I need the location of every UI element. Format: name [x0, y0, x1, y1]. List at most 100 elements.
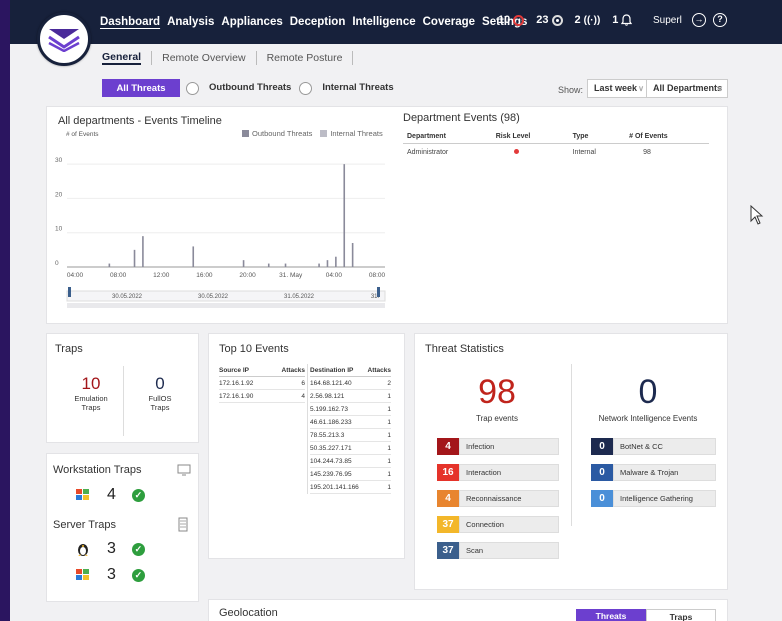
subnav-general[interactable]: General	[102, 51, 142, 65]
range-handle-left[interactable]	[68, 287, 71, 297]
timeline-bar[interactable]	[192, 246, 195, 267]
timeline-bar[interactable]	[242, 260, 245, 267]
alerts-counter[interactable]: 10	[498, 14, 525, 26]
stat-row-scan[interactable]: 37 Scan	[437, 542, 559, 559]
top10-title: Top 10 Events	[219, 343, 289, 355]
table-row[interactable]: 172.16.1.92 6	[219, 377, 305, 390]
dest-ip-table: Destination IP Attacks 164.68.121.40 2 2.5…	[307, 364, 391, 494]
linux-count: 3	[107, 540, 116, 557]
emulation-label2: Traps	[81, 403, 101, 412]
timeline-bar[interactable]	[267, 263, 270, 267]
dest-ip-cell: 164.68.121.40	[310, 380, 352, 387]
col-department[interactable]: Department	[403, 130, 492, 144]
timeline-bar[interactable]	[351, 243, 354, 267]
scrollbar[interactable]	[67, 303, 385, 308]
traps-card: Traps 10 Emulation Traps 0 FullOS Traps	[46, 333, 199, 443]
bell-counter[interactable]: 1	[612, 14, 633, 26]
table-row[interactable]: Administrator Internal 98	[403, 144, 709, 162]
timeline-chart[interactable]: 30 20 10 0 04:00 08:00 12:00 16:00 20:00 31. May 0…	[53, 143, 389, 315]
nav-coverage[interactable]: Coverage	[423, 16, 475, 28]
tab-internal-threats[interactable]: Internal Threats	[318, 79, 397, 97]
timeline-bar[interactable]	[108, 263, 111, 267]
logout-icon[interactable]: →	[692, 13, 706, 27]
nav-intelligence[interactable]: Intelligence	[352, 16, 415, 28]
stat-row-connection[interactable]: 37 Connection	[437, 516, 559, 533]
timeline-bar[interactable]	[343, 164, 346, 267]
stat-label: Connection	[459, 516, 559, 533]
check-icon: ✓	[131, 488, 145, 502]
timeline-bar[interactable]	[133, 249, 136, 267]
table-row[interactable]: 145.239.76.95 1	[310, 468, 391, 481]
stat-row-network[interactable]: 0 Malware & Trojan	[591, 464, 716, 481]
table-row[interactable]: 104.244.73.85 1	[310, 455, 391, 468]
fullos-count: 0	[155, 374, 165, 393]
nav-deception[interactable]: Deception	[290, 16, 346, 28]
server-row-windows[interactable]: 3 ✓	[75, 566, 145, 584]
col-type[interactable]: Type	[568, 130, 626, 144]
stat-row-infection[interactable]: 4 Infection	[437, 438, 559, 455]
fullos-traps[interactable]: 0 FullOS Traps	[135, 374, 185, 412]
stat-row-network[interactable]: 0 BotNet & CC	[591, 438, 716, 455]
table-row[interactable]: 195.201.141.166 1	[310, 481, 391, 494]
help-icon[interactable]: ?	[713, 13, 727, 27]
timeline-bar[interactable]	[326, 260, 329, 267]
divider	[352, 51, 354, 65]
stat-row-reconnaissance[interactable]: 4 Reconnaissance	[437, 490, 559, 507]
nav-dashboard[interactable]: Dashboard	[100, 16, 160, 28]
app-logo[interactable]	[37, 12, 91, 66]
stat-label: Scan	[459, 542, 559, 559]
radio-counter[interactable]: 23	[536, 14, 563, 26]
subnav-remote-overview[interactable]: Remote Overview	[162, 52, 245, 64]
attacks-cell: 6	[301, 380, 305, 387]
outbound-radio[interactable]	[186, 81, 199, 95]
emulation-traps[interactable]: 10 Emulation Traps	[65, 374, 117, 412]
subnav-remote-posture[interactable]: Remote Posture	[267, 52, 343, 64]
col-risk-level[interactable]: Risk Level	[491, 130, 569, 144]
server-row-linux[interactable]: 3 ✓	[75, 540, 145, 558]
legend-outbound: Outbound Threats	[242, 129, 312, 138]
user-name[interactable]: Superl	[653, 15, 682, 26]
tab-outbound-threats[interactable]: Outbound Threats	[205, 79, 295, 97]
department-select[interactable]: All Departments ∨	[646, 79, 728, 98]
workstation-row[interactable]: 4 ✓	[75, 486, 145, 504]
top10-card: Top 10 Events Source IP Attacks 172.16.1…	[208, 333, 405, 559]
trap-events[interactable]: 98 Trap events	[437, 372, 557, 423]
table-row[interactable]: 50.35.227.171 1	[310, 442, 391, 455]
check-icon: ✓	[131, 542, 145, 556]
timeline-bar[interactable]	[142, 236, 144, 267]
table-row[interactable]: 5.199.162.73 1	[310, 403, 391, 416]
x-tick-label: 20:00	[239, 272, 256, 279]
timeline-bar[interactable]	[335, 256, 337, 267]
period-select[interactable]: Last week ∨	[587, 79, 649, 98]
signal-counter[interactable]: 2 ((·))	[575, 14, 601, 26]
stat-count: 37	[437, 516, 459, 533]
stat-row-interaction[interactable]: 16 Interaction	[437, 464, 559, 481]
sub-nav: General Remote Overview Remote Posture	[102, 48, 363, 68]
tab-all-threats[interactable]: All Threats	[102, 79, 180, 97]
tab-traps[interactable]: Traps	[646, 609, 716, 621]
nav-analysis[interactable]: Analysis	[167, 16, 214, 28]
col-events[interactable]: # Of Events	[625, 130, 709, 144]
dest-ip-cell: 50.35.227.171	[310, 445, 352, 452]
dest-ip-cell: 78.55.213.3	[310, 432, 345, 439]
stat-row-network[interactable]: 0 Intelligence Gathering	[591, 490, 716, 507]
network-events[interactable]: 0 Network Intelligence Events	[583, 372, 713, 423]
threat-stats-title: Threat Statistics	[425, 343, 504, 355]
table-row[interactable]: 172.16.1.90 4	[219, 390, 305, 403]
internal-radio[interactable]	[299, 81, 313, 95]
y-tick-label: 20	[55, 191, 63, 198]
timeline-bar[interactable]	[318, 263, 320, 267]
risk-dot-icon	[513, 149, 519, 154]
table-row[interactable]: 164.68.121.40 2	[310, 377, 391, 390]
table-row[interactable]: 78.55.213.3 1	[310, 429, 391, 442]
emulation-label1: Emulation	[74, 394, 108, 403]
tab-threats[interactable]: Threats	[576, 609, 646, 621]
period-value: Last week	[594, 83, 638, 93]
cell-type: Internal	[572, 149, 596, 156]
timeline-legend: Outbound Threats Internal Threats	[242, 129, 383, 138]
cell-department: Administrator	[407, 149, 449, 156]
table-row[interactable]: 46.61.186.233 1	[310, 416, 391, 429]
table-row[interactable]: 2.56.98.121 1	[310, 390, 391, 403]
nav-appliances[interactable]: Appliances	[221, 16, 282, 28]
timeline-bar[interactable]	[284, 263, 287, 267]
